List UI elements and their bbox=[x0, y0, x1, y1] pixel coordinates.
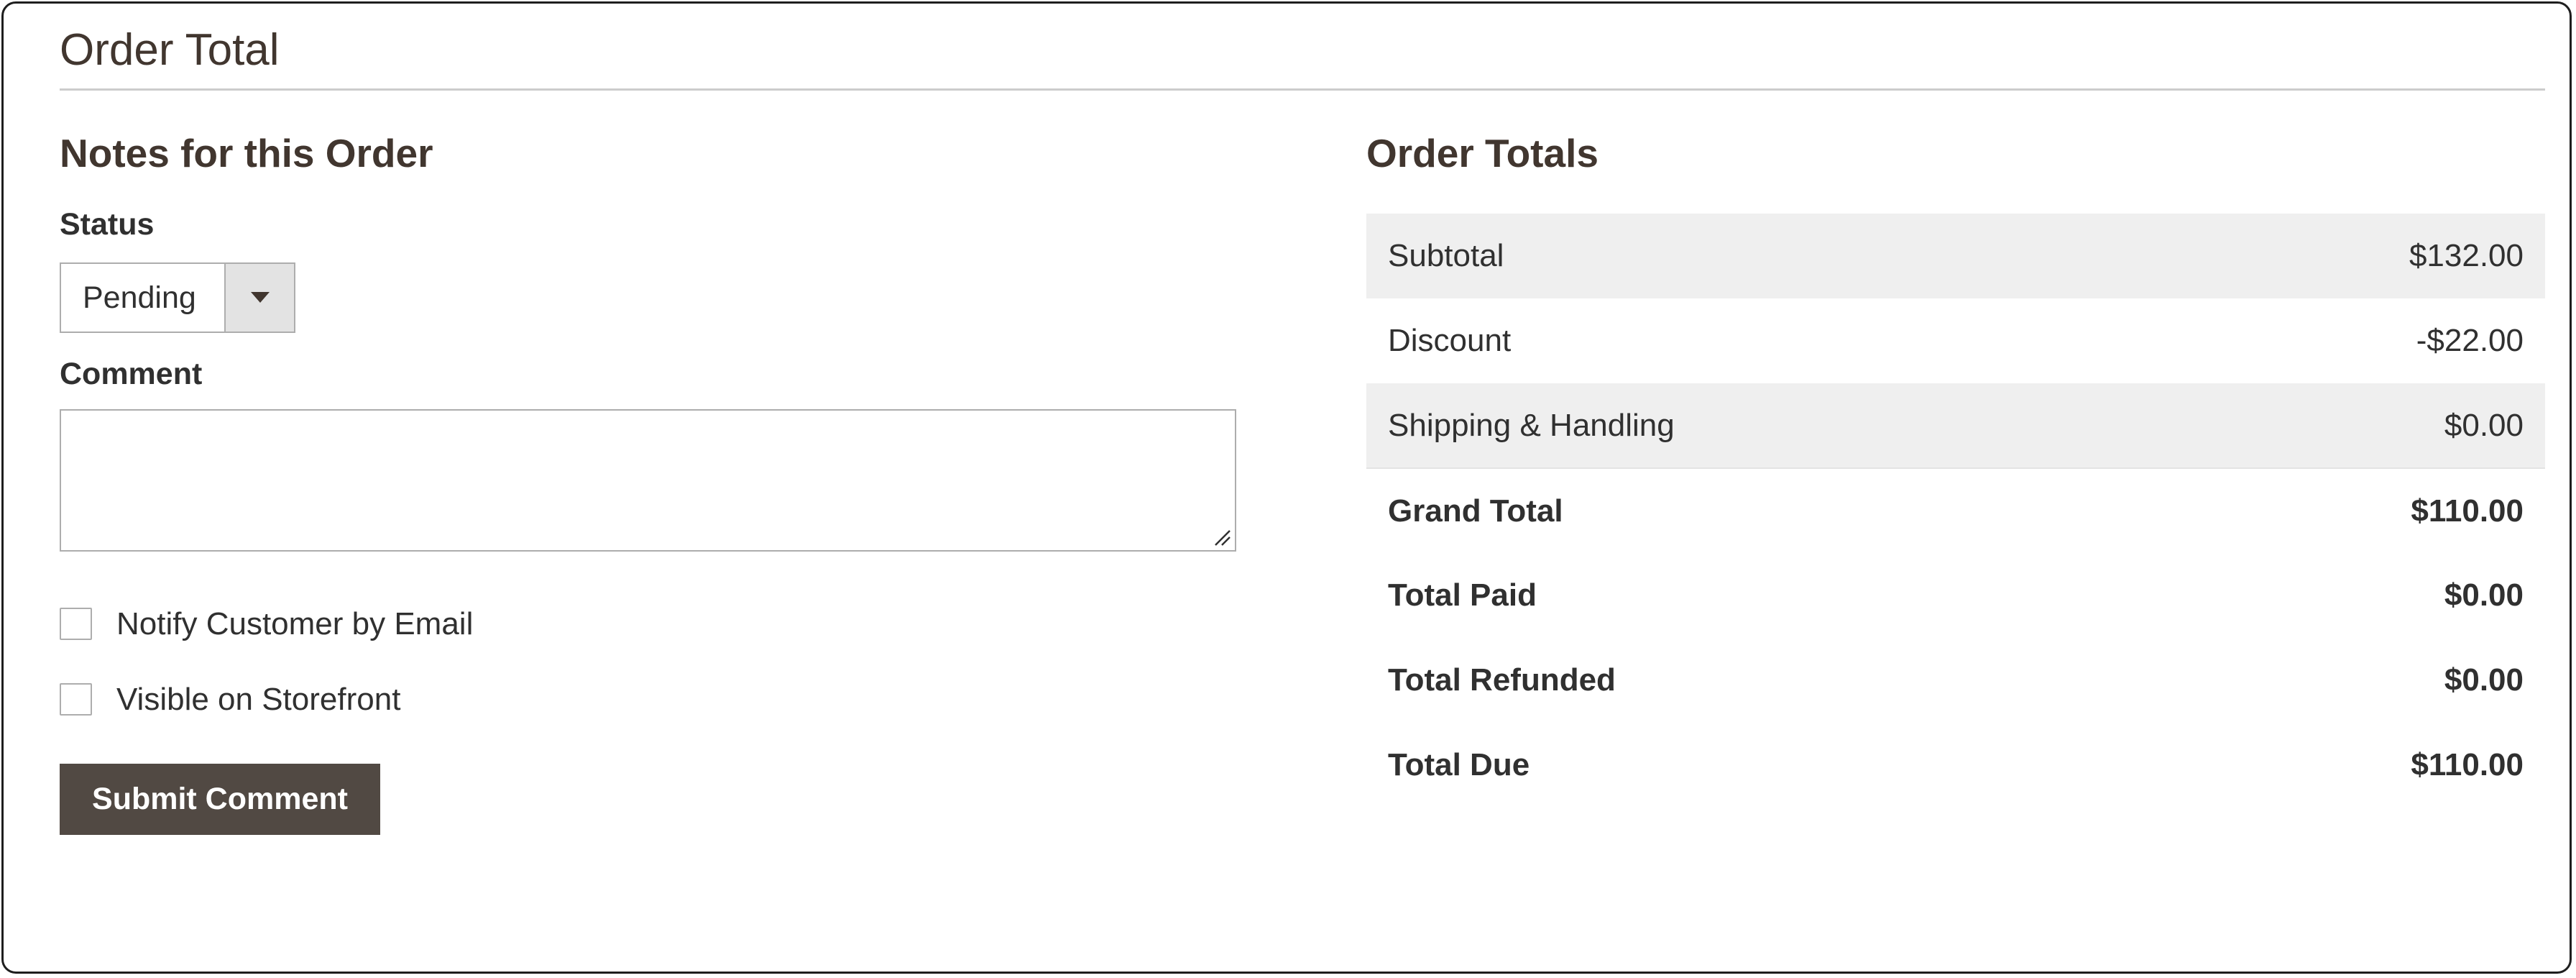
visible-storefront-checkbox[interactable] bbox=[60, 683, 92, 716]
order-total-panel: Order Total Notes for this Order Status … bbox=[1, 1, 2572, 974]
totals-title: Order Totals bbox=[1366, 131, 1598, 175]
totals-table: Subtotal $132.00 Discount -$22.00 Shippi… bbox=[1366, 214, 2545, 808]
section-title: Order Total bbox=[60, 25, 280, 75]
totals-row-value: $110.00 bbox=[2411, 747, 2524, 782]
select-toggle-button[interactable] bbox=[224, 264, 294, 332]
resize-grip-icon[interactable] bbox=[1211, 526, 1231, 547]
visible-storefront-option[interactable]: Visible on Storefront bbox=[60, 683, 400, 716]
totals-row-label: Shipping & Handling bbox=[1366, 383, 2164, 469]
totals-row-label: Total Refunded bbox=[1388, 662, 1616, 698]
notify-customer-checkbox[interactable] bbox=[60, 608, 92, 640]
totals-row-value: $0.00 bbox=[2444, 662, 2524, 698]
caret-down-icon bbox=[250, 292, 270, 303]
totals-row-label: Total Paid bbox=[1388, 577, 1537, 613]
submit-comment-button[interactable]: Submit Comment bbox=[60, 764, 380, 835]
totals-row-shipping: Shipping & Handling $0.00 bbox=[1366, 383, 2545, 469]
notify-customer-label: Notify Customer by Email bbox=[116, 605, 474, 641]
totals-row-total-due: Total Due $110.00 bbox=[1366, 723, 2545, 808]
status-select[interactable]: Pending bbox=[60, 262, 295, 333]
totals-row-label: Discount bbox=[1388, 323, 1512, 358]
section-divider bbox=[60, 88, 2545, 91]
totals-row-subtotal: Subtotal $132.00 bbox=[1366, 214, 2545, 298]
status-select-value: Pending bbox=[83, 280, 196, 315]
totals-row-grand-total: Grand Total $110.00 bbox=[1366, 468, 2545, 553]
totals-row-discount: Discount -$22.00 bbox=[1366, 298, 2545, 383]
comment-textarea[interactable] bbox=[60, 409, 1236, 552]
visible-storefront-label: Visible on Storefront bbox=[116, 681, 401, 717]
notify-customer-option[interactable]: Notify Customer by Email bbox=[60, 608, 473, 640]
notes-title: Notes for this Order bbox=[60, 131, 433, 175]
totals-row-label: Grand Total bbox=[1388, 493, 1563, 529]
order-notes-block: Notes for this Order Status Pending Comm… bbox=[60, 126, 1238, 845]
totals-row-value: $132.00 bbox=[2163, 214, 2545, 298]
totals-row-label: Total Due bbox=[1388, 747, 1530, 782]
comment-label: Comment bbox=[60, 357, 203, 391]
totals-row-value: -$22.00 bbox=[2416, 323, 2524, 358]
totals-row-total-refunded: Total Refunded $0.00 bbox=[1366, 638, 2545, 723]
totals-row-value: $110.00 bbox=[2411, 493, 2524, 529]
totals-row-total-paid: Total Paid $0.00 bbox=[1366, 553, 2545, 638]
totals-row-value: $0.00 bbox=[2163, 383, 2545, 469]
status-label: Status bbox=[60, 207, 155, 242]
totals-row-value: $0.00 bbox=[2444, 577, 2524, 613]
totals-row-label: Subtotal bbox=[1366, 214, 2164, 298]
